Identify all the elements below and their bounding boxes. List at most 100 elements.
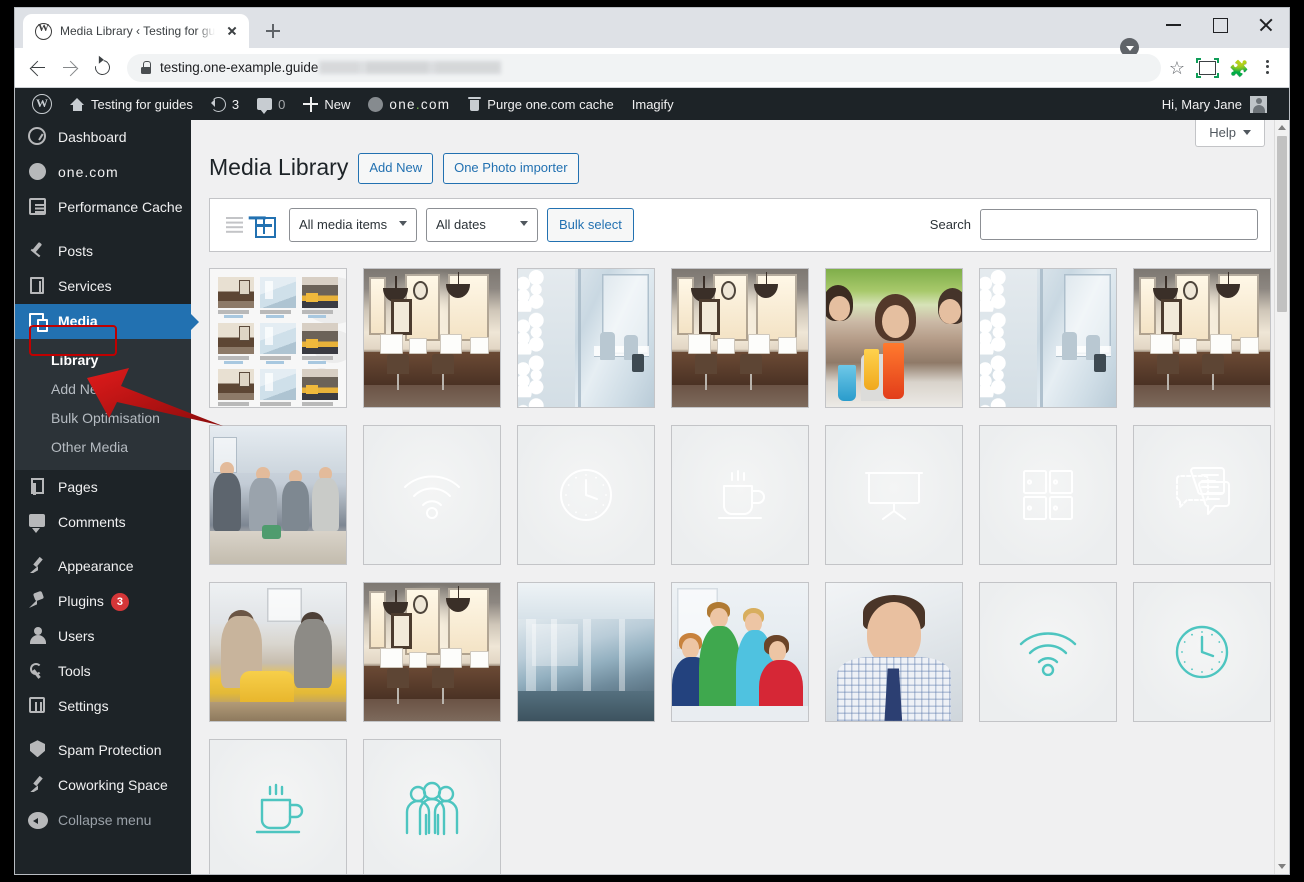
- sidebar-item-media[interactable]: Media: [15, 304, 191, 339]
- sidebar-item-performance-cache[interactable]: Performance Cache: [15, 190, 191, 225]
- sidebar-item-appearance[interactable]: Appearance: [15, 549, 191, 584]
- sidebar-item-collapse-menu[interactable]: Collapse menu: [15, 803, 191, 838]
- plug-icon: [28, 591, 48, 611]
- media-item-wifi-pale[interactable]: [363, 425, 501, 565]
- search-input[interactable]: [980, 209, 1258, 240]
- account-menu[interactable]: Hi, Mary Jane: [1162, 88, 1289, 120]
- media-item-clock-teal[interactable]: [1133, 582, 1271, 722]
- media-item-loft-office[interactable]: [363, 268, 501, 408]
- sidebar-item-plugins[interactable]: Plugins3: [15, 584, 191, 619]
- help-toggle-button[interactable]: Help: [1195, 120, 1265, 147]
- sidebar-item-posts[interactable]: Posts: [15, 234, 191, 269]
- media-item-chat-pale[interactable]: [1133, 425, 1271, 565]
- site-name-label: Testing for guides: [91, 97, 193, 112]
- address-bar[interactable]: testing.one-example.guide: [127, 54, 1161, 82]
- scroll-down-icon[interactable]: [1275, 859, 1289, 874]
- sidebar-item-users[interactable]: Users: [15, 619, 191, 654]
- media-item-window-pale[interactable]: [979, 425, 1117, 565]
- purge-cache-menu[interactable]: Purge one.com cache: [459, 88, 622, 120]
- sidebar-item-comments[interactable]: Comments: [15, 505, 191, 540]
- updates-count: 3: [232, 97, 239, 112]
- media-item-meeting-room[interactable]: [209, 425, 347, 565]
- sidebar-label: Comments: [58, 513, 191, 532]
- sidebar-item-add-new[interactable]: Add New: [15, 375, 191, 404]
- media-item-friends-drinks[interactable]: [825, 268, 963, 408]
- media-item-listing-collage[interactable]: [209, 268, 347, 408]
- sidebar-item-tools[interactable]: Tools: [15, 654, 191, 689]
- list-view-icon[interactable]: [222, 212, 248, 238]
- page-title: Media Library: [209, 153, 348, 183]
- media-item-projector-pale[interactable]: [825, 425, 963, 565]
- media-item-people-teal[interactable]: [363, 739, 501, 874]
- sidebar-item-settings[interactable]: Settings: [15, 689, 191, 724]
- sidebar-item-pages[interactable]: Pages: [15, 470, 191, 505]
- page-header: Media Library Add New One Photo importer: [209, 153, 1271, 184]
- close-window-icon[interactable]: [1243, 8, 1289, 40]
- wp-logo-menu[interactable]: [23, 88, 61, 120]
- maximize-icon[interactable]: [1197, 8, 1243, 40]
- scroll-up-icon[interactable]: [1275, 120, 1289, 135]
- media-type-filter-wrap: All media itemsImagesAudioVideoDocuments…: [289, 208, 417, 242]
- minimize-icon[interactable]: [1151, 8, 1197, 40]
- kebab-menu-icon[interactable]: [1253, 54, 1281, 82]
- new-label: New: [324, 97, 350, 112]
- media-type-filter[interactable]: All media itemsImagesAudioVideoDocuments…: [289, 208, 417, 242]
- grid-view-icon[interactable]: [251, 212, 277, 238]
- page-viewport: Testing for guides 3 0 New one.com Purge…: [15, 88, 1289, 874]
- window-controls: [1151, 8, 1289, 48]
- wordpress-logo-icon: [32, 94, 52, 114]
- sidebar-item-other-media[interactable]: Other Media: [15, 433, 191, 462]
- imagify-label: Imagify: [632, 97, 674, 112]
- updates-menu[interactable]: 3: [202, 88, 248, 120]
- onecom-menu[interactable]: one.com: [359, 88, 459, 120]
- media-item-loft-office-2[interactable]: [671, 268, 809, 408]
- sidebar-item-bulk-optimisation[interactable]: Bulk Optimisation: [15, 404, 191, 433]
- media-item-group-people[interactable]: [671, 582, 809, 722]
- sidebar-item-spam-protection[interactable]: Spam Protection: [15, 733, 191, 768]
- coffee-cup-icon: [672, 426, 808, 564]
- new-tab-button[interactable]: [259, 17, 287, 45]
- sidebar-label: Tools: [58, 662, 191, 681]
- site-name-menu[interactable]: Testing for guides: [61, 88, 202, 120]
- page-scrollbar[interactable]: [1274, 120, 1289, 874]
- sidebar-item-library[interactable]: Library: [15, 346, 191, 375]
- sidebar-divider: [15, 225, 191, 234]
- sidebar-item-coworking-space[interactable]: Coworking Space: [15, 768, 191, 803]
- browser-tab[interactable]: Media Library ‹ Testing for guides: [23, 14, 249, 48]
- sidebar-item-dashboard[interactable]: Dashboard: [15, 120, 191, 155]
- media-item-coffee-teal[interactable]: [209, 739, 347, 874]
- media-item-yellow-chair[interactable]: [209, 582, 347, 722]
- performance-cache-icon: [28, 197, 48, 217]
- chat-bubbles-icon: [1134, 426, 1270, 564]
- reload-icon[interactable]: [87, 53, 117, 83]
- scrollbar-thumb[interactable]: [1277, 136, 1287, 312]
- sidebar-item-services[interactable]: Services: [15, 269, 191, 304]
- close-tab-icon[interactable]: [223, 22, 241, 40]
- new-content-menu[interactable]: New: [294, 88, 359, 120]
- bookmark-star-icon[interactable]: ☆: [1163, 54, 1191, 82]
- media-item-businessman[interactable]: [825, 582, 963, 722]
- comments-menu[interactable]: 0: [248, 88, 294, 120]
- media-item-glass-office[interactable]: [517, 268, 655, 408]
- one-photo-importer-button[interactable]: One Photo importer: [443, 153, 578, 184]
- imagify-menu[interactable]: Imagify: [623, 88, 683, 120]
- media-item-coffee-pale[interactable]: [671, 425, 809, 565]
- media-item-clock-pale[interactable]: [517, 425, 655, 565]
- capture-icon[interactable]: [1193, 54, 1221, 82]
- media-item-loft-office-3[interactable]: [1133, 268, 1271, 408]
- media-item-lobby[interactable]: [517, 582, 655, 722]
- media-item-glass-office-2[interactable]: [979, 268, 1117, 408]
- back-icon[interactable]: [23, 53, 53, 83]
- sidebar-label: Coworking Space: [58, 776, 191, 795]
- media-item-loft-office-4[interactable]: [363, 582, 501, 722]
- forward-icon[interactable]: [55, 53, 85, 83]
- bulk-select-button[interactable]: Bulk select: [547, 208, 634, 242]
- puzzle-extensions-icon[interactable]: 🧩: [1223, 54, 1251, 82]
- add-new-button[interactable]: Add New: [358, 153, 433, 184]
- date-filter[interactable]: All dates: [426, 208, 538, 242]
- onecom-icon: [28, 162, 48, 182]
- sidebar-item-onecom[interactable]: one.com: [15, 155, 191, 190]
- sidebar-label: Dashboard: [58, 128, 191, 147]
- media-item-wifi-teal[interactable]: [979, 582, 1117, 722]
- clock-icon: [518, 426, 654, 564]
